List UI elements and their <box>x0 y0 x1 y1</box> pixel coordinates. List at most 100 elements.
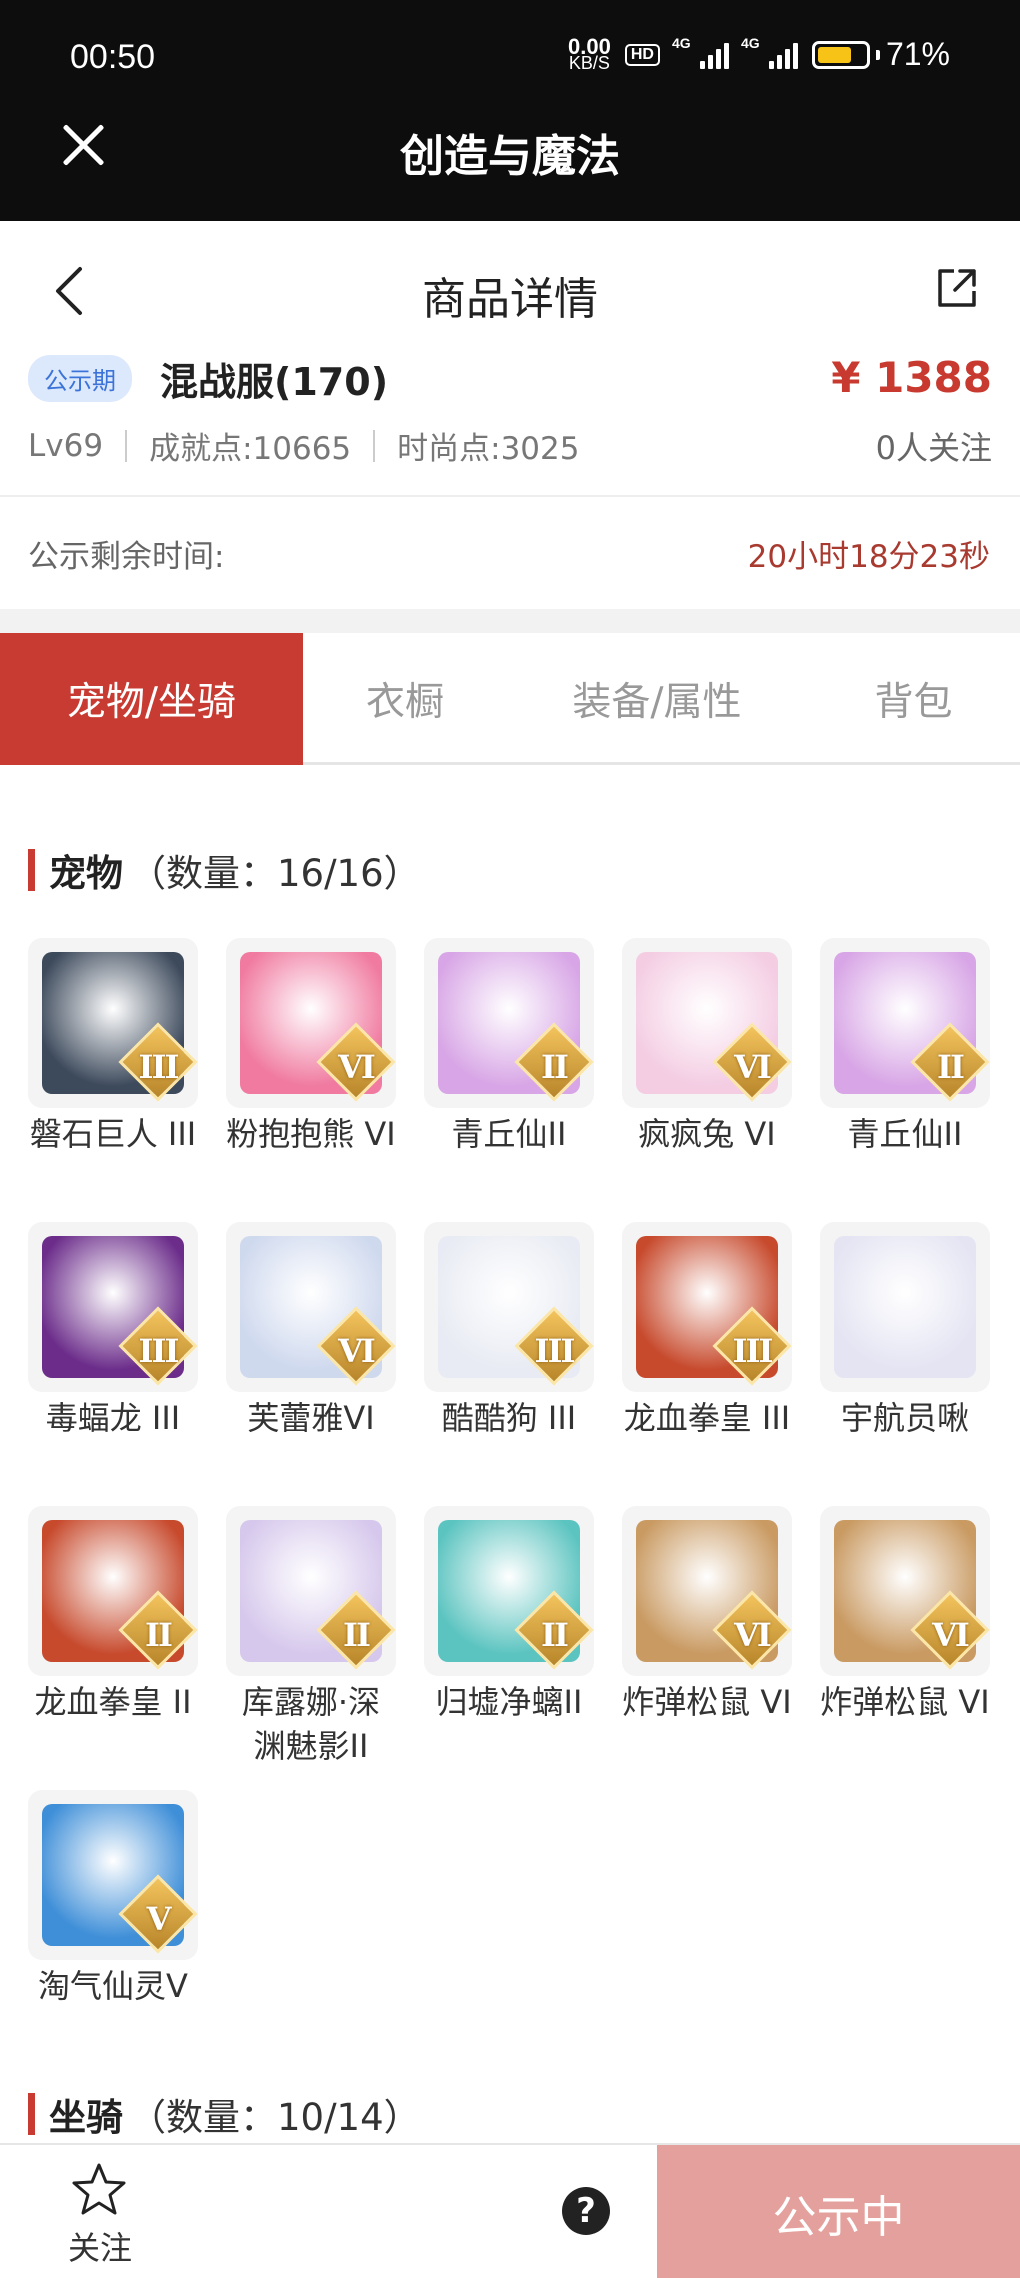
pet-card[interactable]: II 龙血拳皇 II <box>28 1506 198 1724</box>
page-header: 商品详情 <box>0 221 1020 361</box>
tier-label: III <box>138 1048 180 1086</box>
pet-thumbnail: III <box>622 1222 792 1392</box>
pet-card[interactable]: V 淘气仙灵V <box>28 1790 198 2008</box>
pet-thumbnail: VI <box>226 1222 396 1392</box>
pet-name: 炸弹松鼠 VI <box>622 1683 792 1721</box>
public-status-button[interactable]: 公示中 <box>657 2145 1020 2278</box>
pet-thumbnail: III <box>28 938 198 1108</box>
pet-card[interactable]: III 毒蝠龙 III <box>28 1222 198 1440</box>
pet-card[interactable]: VI 炸弹松鼠 VI <box>622 1506 792 1724</box>
pet-thumbnail: V <box>28 1790 198 1960</box>
section-title: 宠物 <box>49 852 123 895</box>
status-icons: 0.00 KB/S HD 4G 4G 71% <box>568 35 950 73</box>
tier-label: II <box>541 1048 569 1086</box>
pet-name: 粉抱抱熊 VI <box>226 1115 396 1153</box>
pet-thumbnail: VI <box>226 938 396 1108</box>
tier-label: V <box>146 1900 172 1938</box>
pet-thumbnail: VI <box>622 1506 792 1676</box>
pet-card[interactable]: II 青丘仙II <box>820 938 990 1156</box>
battery-text: 71% <box>885 36 950 72</box>
pet-thumbnail <box>820 1222 990 1392</box>
pet-image <box>834 1236 976 1378</box>
pet-card[interactable]: III 酷酷狗 III <box>424 1222 594 1440</box>
signal-label: 4G <box>671 34 691 51</box>
pet-card[interactable]: 宇航员啾 <box>820 1222 990 1440</box>
net-speed: 0.00 KB/S <box>568 35 611 73</box>
tab-equipment[interactable]: 装备/属性 <box>507 633 807 765</box>
fashion-points: 时尚点:3025 <box>397 431 580 467</box>
countdown-label: 公示剩余时间: <box>28 539 225 575</box>
status-badge: 公示期 <box>28 355 132 402</box>
pet-card[interactable]: VI 疯疯兔 VI <box>622 938 792 1156</box>
pet-card[interactable]: VI 芙蕾雅VI <box>226 1222 396 1440</box>
star-icon[interactable] <box>70 2161 128 2219</box>
page-title: 商品详情 <box>422 274 598 325</box>
pet-thumbnail: VI <box>622 938 792 1108</box>
pet-name: 龙血拳皇 III <box>623 1399 791 1437</box>
tab-pets-mounts[interactable]: 宠物/坐骑 <box>0 633 303 765</box>
signal-icon: 4G <box>672 35 729 69</box>
tier-label: III <box>534 1332 576 1370</box>
follow-label[interactable]: 关注 <box>40 2223 160 2269</box>
pet-card[interactable]: II 青丘仙II <box>424 938 594 1156</box>
tier-label: VI <box>734 1616 772 1654</box>
pet-name: 磐石巨人 III <box>29 1115 197 1153</box>
item-stats: Lv69 成就点:10665 时尚点:3025 <box>28 423 579 468</box>
price: ¥ 1388 <box>831 353 992 402</box>
pet-card[interactable]: II 归墟净螭II <box>424 1506 594 1724</box>
tier-label: VI <box>932 1616 970 1654</box>
pet-card[interactable]: VI 炸弹松鼠 VI <box>820 1506 990 1724</box>
pet-thumbnail: II <box>424 1506 594 1676</box>
pet-thumbnail: II <box>28 1506 198 1676</box>
section-count: （数量：10/14） <box>129 2096 421 2139</box>
signal-icon-2: 4G <box>741 35 798 69</box>
section-marker <box>28 849 35 891</box>
pet-name: 青丘仙II <box>451 1115 567 1153</box>
section-count: （数量：16/16） <box>129 852 421 895</box>
divider <box>125 429 128 462</box>
app-title: 创造与魔法 <box>400 131 620 182</box>
section-gap <box>0 609 1020 633</box>
pet-card[interactable]: VI 粉抱抱熊 VI <box>226 938 396 1156</box>
pet-thumbnail: II <box>226 1506 396 1676</box>
pet-card[interactable]: III 龙血拳皇 III <box>622 1222 792 1440</box>
status-time: 00:50 <box>70 38 156 76</box>
app-top-bar: 00:50 0.00 KB/S HD 4G 4G 71% 创造与魔法 <box>0 0 1020 221</box>
share-icon[interactable] <box>934 265 980 311</box>
bottom-action-bar: 关注 ? 公示中 <box>0 2143 1020 2278</box>
tier-label: VI <box>338 1332 376 1370</box>
achievement-points: 成就点:10665 <box>149 431 352 467</box>
pet-name: 芙蕾雅VI <box>247 1399 375 1437</box>
follower-count: 0人关注 <box>875 429 992 467</box>
mounts-section-header: 坐骑 （数量：10/14） <box>28 2087 421 2141</box>
pet-name: 毒蝠龙 III <box>45 1399 181 1437</box>
server-name: 混战服(170) <box>160 360 389 404</box>
tier-label: II <box>541 1616 569 1654</box>
pets-section-header: 宠物 （数量：16/16） <box>28 843 421 897</box>
level: Lv69 <box>28 427 104 464</box>
net-speed-unit: KB/S <box>568 52 610 73</box>
countdown-value: 20小时18分23秒 <box>747 539 990 575</box>
pet-thumbnail: III <box>28 1222 198 1392</box>
pet-name: 龙血拳皇 II <box>34 1683 192 1721</box>
pet-card[interactable]: II 库露娜·深渊魅影II <box>226 1506 396 1768</box>
tier-label: III <box>732 1332 774 1370</box>
tier-label: VI <box>338 1048 376 1086</box>
pet-name: 宇航员啾 <box>840 1399 969 1437</box>
pet-name: 库露娜·深渊魅影II <box>241 1683 381 1765</box>
pet-thumbnail: II <box>820 938 990 1108</box>
tier-label: II <box>937 1048 965 1086</box>
countdown-row: 公示剩余时间: 20小时18分23秒 <box>0 497 1020 609</box>
tab-wardrobe[interactable]: 衣橱 <box>303 633 507 765</box>
pet-name: 青丘仙II <box>847 1115 963 1153</box>
category-tabs: 宠物/坐骑 衣橱 装备/属性 背包 <box>0 633 1020 765</box>
hd-icon: HD <box>624 43 660 66</box>
pet-thumbnail: III <box>424 1222 594 1392</box>
item-info: 公示期 混战服(170) ¥ 1388 Lv69 成就点:10665 时尚点:3… <box>28 353 992 475</box>
tab-backpack[interactable]: 背包 <box>807 633 1020 765</box>
pet-card[interactable]: III 磐石巨人 III <box>28 938 198 1156</box>
tier-label: II <box>343 1616 371 1654</box>
help-icon[interactable]: ? <box>562 2187 610 2235</box>
section-title: 坐骑 <box>49 2096 123 2139</box>
pet-thumbnail: II <box>424 938 594 1108</box>
